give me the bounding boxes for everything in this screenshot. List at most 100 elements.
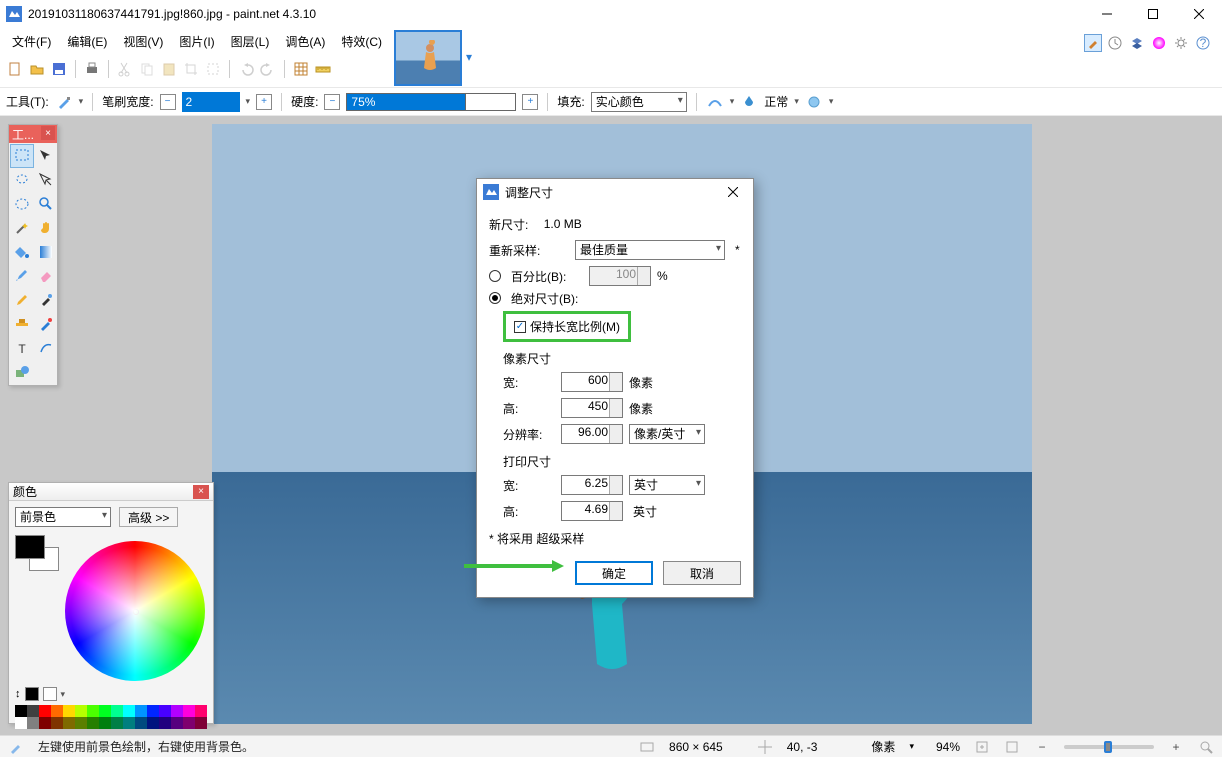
colors-window-icon[interactable] [1150,34,1168,52]
palette-swatch[interactable] [135,717,147,729]
hardness-plus[interactable]: + [522,94,538,110]
mini-dd-icon[interactable]: ▾ [61,689,66,700]
colors-window-close[interactable]: × [193,485,209,499]
layers-window-icon[interactable] [1128,34,1146,52]
tool-eraser[interactable] [34,264,58,288]
palette-swatch[interactable] [147,717,159,729]
palette-swatch[interactable] [183,705,195,717]
deselect-icon[interactable] [204,60,222,78]
mini-white[interactable] [43,687,57,701]
fill-dropdown[interactable]: 实心颜色 [591,92,687,112]
menu-layer[interactable]: 图层(L) [223,30,278,53]
zoom-out-icon[interactable]: − [1034,739,1050,755]
px-height-input[interactable]: 450▴▾ [561,398,623,418]
menu-file[interactable]: 文件(F) [4,30,59,53]
tools-window[interactable]: 工... × T [8,124,58,386]
palette-swatch[interactable] [99,705,111,717]
palette-swatch[interactable] [123,717,135,729]
palette-swatch[interactable] [183,717,195,729]
colors-advanced-button[interactable]: 高级 >> [119,507,178,527]
menu-effect[interactable]: 特效(C) [333,30,390,53]
settings-icon[interactable] [1172,34,1190,52]
tools-window-icon[interactable] [1084,34,1102,52]
palette-swatch[interactable] [51,705,63,717]
palette-swatch[interactable] [39,705,51,717]
print-width-unit-dropdown[interactable]: 英寸 [629,475,705,495]
colors-window[interactable]: 颜色 × 前景色 高级 >> ↕ ▾ [8,482,214,724]
tool-magic-wand[interactable] [10,216,34,240]
color-wheel[interactable] [65,541,205,681]
palette-swatch[interactable] [99,717,111,729]
tool-paintbrush[interactable] [10,264,34,288]
print-icon[interactable] [83,60,101,78]
brush-width-input[interactable] [182,92,240,112]
grid-icon[interactable] [292,60,310,78]
open-icon[interactable] [28,60,46,78]
aa-dd-icon[interactable]: ▾ [730,96,735,107]
colors-window-title[interactable]: 颜色 × [9,483,213,501]
tools-window-title[interactable]: 工... × [9,125,57,143]
maximize-button[interactable] [1130,0,1176,28]
menu-adjust[interactable]: 调色(A) [277,30,333,53]
paste-icon[interactable] [160,60,178,78]
palette-swatch[interactable] [27,717,39,729]
ok-button[interactable]: 确定 [575,561,653,585]
palette-swatch[interactable] [111,717,123,729]
color-target-dropdown[interactable]: 前景色 [15,507,111,527]
thumbnail-chevron-icon[interactable]: ▾ [466,50,472,64]
palette-swatch[interactable] [171,717,183,729]
maintain-aspect-checkbox[interactable] [514,321,526,333]
palette-swatch[interactable] [15,717,27,729]
undo-icon[interactable] [237,60,255,78]
tool-pan[interactable] [34,216,58,240]
image-thumbnail[interactable] [394,30,462,86]
tool-lasso[interactable] [10,168,34,192]
close-button[interactable] [1176,0,1222,28]
save-icon[interactable] [50,60,68,78]
palette-swatch[interactable] [111,705,123,717]
palette-swatch[interactable] [87,717,99,729]
tool-shapes[interactable] [10,360,34,384]
cut-icon[interactable] [116,60,134,78]
zoom-actual-icon[interactable] [1004,739,1020,755]
hardness-slider[interactable]: 75% [346,93,516,111]
status-unit-dd-icon[interactable]: ▾ [909,741,914,752]
minimize-button[interactable] [1084,0,1130,28]
zoom-glass-icon[interactable] [1198,739,1214,755]
tool-color-picker[interactable] [34,288,58,312]
tool-rect-select[interactable] [10,144,34,168]
px-width-input[interactable]: 600▴▾ [561,372,623,392]
blend-icon[interactable] [740,93,758,111]
dialog-close-button[interactable] [719,182,747,202]
tool-line[interactable] [34,336,58,360]
palette-swatch[interactable] [75,717,87,729]
print-width-input[interactable]: 6.25▴▾ [561,475,623,495]
tool-pencil[interactable] [10,288,34,312]
absolute-radio[interactable] [489,292,501,304]
antialias-icon[interactable] [706,93,724,111]
redo-icon[interactable] [259,60,277,78]
palette-swatch[interactable] [147,705,159,717]
tool-dropdown-icon[interactable]: ▾ [79,96,84,107]
fg-color-swatch[interactable] [15,535,45,559]
print-height-input[interactable]: 4.69▴▾ [561,501,623,521]
tool-ellipse-select[interactable] [10,192,34,216]
zoom-in-icon[interactable]: + [1168,739,1184,755]
tool-move-selection[interactable] [34,168,58,192]
hardness-minus[interactable]: − [324,94,340,110]
color-swatches[interactable] [15,535,59,571]
brush-width-dd-icon[interactable]: ▾ [246,96,251,107]
selection-mode-icon[interactable] [805,93,823,111]
tool-gradient[interactable] [34,240,58,264]
tool-text[interactable]: T [10,336,34,360]
palette-swatch[interactable] [75,705,87,717]
res-input[interactable]: 96.00▴▾ [561,424,623,444]
palette-swatch[interactable] [171,705,183,717]
menu-edit[interactable]: 编辑(E) [59,30,115,53]
resample-dropdown[interactable]: 最佳质量 [575,240,725,260]
zoom-slider[interactable] [1064,745,1154,749]
palette-swatch[interactable] [51,717,63,729]
palette-swatch[interactable] [63,717,75,729]
palette-swatch[interactable] [63,705,75,717]
palette-swatch[interactable] [27,705,39,717]
